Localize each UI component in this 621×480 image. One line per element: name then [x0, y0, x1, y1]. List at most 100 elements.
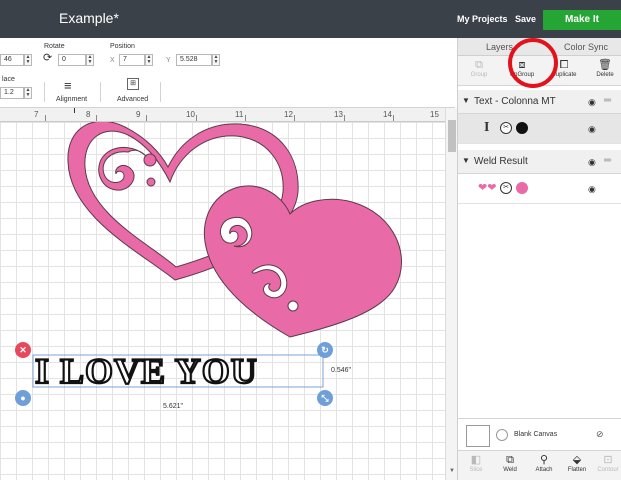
x-stepper[interactable]: ▲ ▼ — [145, 54, 153, 66]
toolbar-divider — [100, 82, 101, 102]
hearts-thumbnail-icon: ❤❤ — [478, 182, 497, 194]
canvas-scrollbar[interactable]: ▼ — [445, 108, 457, 480]
layer-item-text[interactable]: I ✂ ◉ — [458, 114, 621, 144]
blank-canvas-row[interactable]: Blank Canvas ⊘ — [458, 418, 621, 454]
design-canvas[interactable]: I LOVE YOU ✕ ↻ ● ⤡ 0.546" 5.621" — [0, 122, 445, 480]
chevron-down-icon[interactable]: ▼ — [462, 156, 470, 165]
ruler-number: 13 — [334, 110, 343, 119]
ruler-number: 15 — [430, 110, 439, 119]
visibility-eye-icon[interactable]: ◉ — [588, 157, 596, 168]
visibility-eye-icon[interactable]: ◉ — [588, 97, 596, 108]
ruler-number: 12 — [284, 110, 293, 119]
inner-dot-shape — [287, 300, 299, 312]
chevron-down-icon[interactable]: ▼ — [462, 96, 470, 105]
contour-button[interactable]: ⊡ Contour — [594, 453, 621, 473]
ruler-number: 7 — [34, 110, 39, 119]
rotate-label: Rotate — [44, 43, 65, 50]
ruler-number: 10 — [186, 110, 195, 119]
weld-icon: ⧉ — [506, 454, 514, 466]
cut-operation-icon[interactable]: ✂ — [500, 122, 512, 134]
group-button[interactable]: ⧉ Group — [464, 58, 494, 78]
layer-item-weld[interactable]: ❤❤ ✂ ◉ — [458, 174, 621, 204]
visibility-eye-icon[interactable]: ◉ — [588, 124, 596, 135]
weld-button[interactable]: ⧉ Weld — [496, 453, 524, 473]
visibility-eye-icon[interactable]: ◉ — [588, 184, 596, 195]
x-field[interactable]: 7 — [119, 54, 145, 66]
tab-color-sync[interactable]: Color Sync — [564, 42, 608, 52]
y-field[interactable]: 5.528 — [176, 54, 212, 66]
layer-group-weld[interactable]: ▼ Weld Result ◉ ═ — [458, 150, 621, 174]
alignment-label[interactable]: Alignment — [56, 96, 87, 103]
edit-toolbar: 46 ▲ ▼ Rotate ⟳ 0 ▲ ▼ Position X 7 ▲ ▼ Y 5.… — [0, 38, 455, 108]
toolbar-divider — [44, 82, 45, 102]
swirl-shape — [98, 147, 147, 191]
ruler-tick — [45, 115, 46, 121]
layer-group-label: Weld Result — [474, 156, 528, 167]
annotation-highlight-circle — [508, 38, 558, 88]
paperclip-icon: ⚲ — [539, 454, 549, 466]
blank-canvas-label: Blank Canvas — [514, 431, 558, 438]
delete-handle-icon[interactable]: ✕ — [15, 342, 31, 358]
toolbar-divider — [160, 82, 161, 102]
blank-canvas-radio[interactable] — [496, 429, 508, 441]
color-swatch-black[interactable] — [516, 122, 528, 134]
ruler-number: 14 — [383, 110, 392, 119]
x-label: X — [110, 57, 115, 64]
layer-group-label: Text - Colonna MT — [474, 96, 556, 107]
ruler-tick — [245, 115, 246, 121]
hidden-eye-icon[interactable]: ⊘ — [596, 429, 604, 440]
height-dimension: 0.546" — [331, 367, 352, 374]
group-icon: ⧉ — [475, 59, 483, 71]
slice-button[interactable]: ◧ Slice — [462, 453, 490, 473]
ruler-tick — [96, 115, 97, 121]
color-swatch-pink[interactable] — [516, 182, 528, 194]
drag-handle-icon[interactable]: ═ — [604, 155, 611, 166]
resize-handle-icon[interactable]: ⤡ — [317, 390, 333, 406]
flatten-icon: ⬙ — [572, 454, 582, 466]
lock-handle-icon[interactable]: ● — [15, 390, 31, 406]
size-stepper[interactable]: ▲ ▼ — [24, 54, 32, 66]
solid-heart-shape — [203, 185, 402, 338]
save-button[interactable]: Save — [515, 14, 536, 24]
advanced-label[interactable]: Advanced — [117, 96, 148, 103]
ruler-tick — [344, 115, 345, 121]
text-layer-thumbnail-icon: I — [484, 120, 490, 135]
bottom-tools: ◧ Slice ⧉ Weld ⚲ Attach ⬙ Flatten ⊡ Cont… — [458, 450, 621, 480]
swirl-dot-shape — [143, 153, 157, 167]
ruler-number: 8 — [86, 110, 91, 119]
rotate-field[interactable]: 0 — [58, 54, 86, 66]
ruler-tick — [294, 115, 295, 121]
scrollbar-thumb[interactable] — [448, 120, 456, 152]
rotate-stepper[interactable]: ▲ ▼ — [86, 54, 94, 66]
letter-space-stepper[interactable]: ▲ ▼ — [24, 87, 32, 99]
scroll-down-arrow-icon[interactable]: ▼ — [449, 468, 455, 474]
ruler-tick — [393, 115, 394, 121]
my-projects-link[interactable]: My Projects — [457, 14, 508, 24]
advanced-icon[interactable]: ⊞ — [127, 78, 139, 90]
layer-group-text[interactable]: ▼ Text - Colonna MT ◉ ═ — [458, 90, 621, 114]
position-label: Position — [110, 43, 135, 50]
trash-icon: 🗑 — [598, 59, 612, 71]
alignment-icon[interactable]: ≡ — [64, 78, 72, 93]
cut-operation-icon[interactable]: ✂ — [500, 182, 512, 194]
size-field[interactable]: 46 — [0, 54, 24, 66]
rotate-handle-icon[interactable]: ↻ — [317, 342, 333, 358]
make-it-button[interactable]: Make It — [543, 10, 621, 30]
tab-layers[interactable]: Layers — [486, 42, 513, 52]
letter-space-field[interactable]: 1.2 — [0, 87, 24, 99]
y-label: Y — [166, 57, 171, 64]
blank-canvas-swatch[interactable] — [466, 425, 490, 447]
welded-hearts-artwork[interactable]: I LOVE YOU — [0, 122, 445, 480]
slice-icon: ◧ — [470, 454, 482, 466]
delete-button[interactable]: 🗑 Delete — [590, 58, 620, 78]
attach-button[interactable]: ⚲ Attach — [530, 453, 558, 473]
y-stepper[interactable]: ▲ ▼ — [212, 54, 220, 66]
ruler-tick — [146, 115, 147, 121]
top-bar: Example* My Projects Save Make It — [0, 0, 621, 38]
layers-panel: Layers Color Sync ⧉ Group ⧈ UnGroup ⧠ Du… — [457, 38, 621, 480]
rotate-icon: ⟳ — [43, 52, 53, 64]
flatten-button[interactable]: ⬙ Flatten — [562, 453, 592, 473]
drag-handle-icon[interactable]: ═ — [604, 95, 611, 106]
project-title: Example* — [59, 10, 119, 26]
width-dimension: 5.621" — [163, 403, 184, 410]
